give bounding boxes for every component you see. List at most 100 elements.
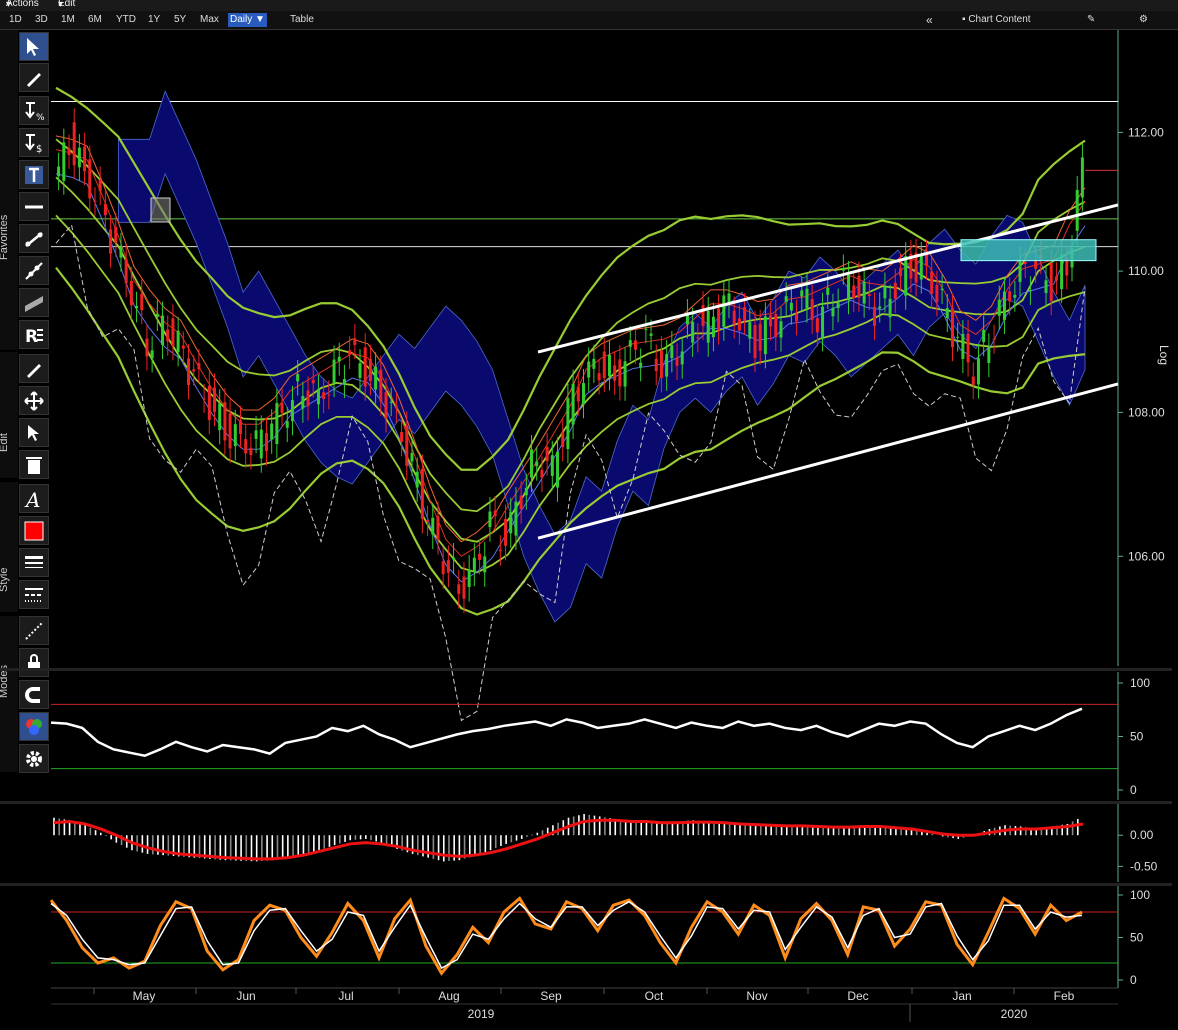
panel-divider[interactable] [0, 801, 1172, 804]
candle-body [540, 469, 544, 478]
stochastic-axis-ticks: 0 50 100 [1118, 888, 1150, 987]
candle-body [680, 351, 684, 365]
year-label: 2019 [468, 1007, 495, 1021]
candle-body [919, 255, 923, 280]
candle-body [623, 361, 627, 387]
candle-body [561, 432, 565, 448]
macd-signal-line [53, 818, 1084, 861]
panel-divider[interactable] [0, 668, 1172, 671]
candle-body [431, 517, 435, 535]
candle-body [249, 447, 253, 455]
candle-body [873, 306, 877, 327]
candle-body [769, 315, 773, 327]
candle-body [779, 321, 783, 338]
candle-body [202, 398, 206, 400]
candle-body [847, 274, 851, 301]
candle-body [763, 316, 767, 355]
candle-body [238, 420, 242, 434]
candle-body [171, 318, 175, 347]
candle-body [581, 383, 585, 405]
candle-body [743, 307, 747, 321]
candle-body [389, 401, 393, 403]
candle-body [140, 293, 144, 311]
candle-body [722, 295, 726, 327]
candle-body [971, 376, 975, 385]
candle-body [342, 379, 346, 384]
candle-body [155, 313, 159, 317]
candle-body [363, 347, 367, 387]
stoch-tick-label: 100 [1130, 888, 1150, 902]
candle-body [966, 333, 970, 363]
year-label: 2020 [1001, 1007, 1028, 1021]
candle-body [945, 308, 949, 318]
highlight-rectangle[interactable] [960, 239, 1097, 262]
small-highlight-box[interactable] [150, 197, 171, 223]
candle-body [556, 451, 560, 488]
candle-body [961, 334, 965, 359]
candle-body [899, 267, 903, 277]
candle-body [181, 345, 185, 349]
rsi-lines [50, 703, 1118, 770]
candle-body [576, 386, 580, 402]
candle-body [545, 447, 549, 462]
candle-body [524, 487, 528, 496]
candle-body [1013, 294, 1017, 298]
candle-body [358, 363, 362, 378]
candle-body [795, 313, 799, 322]
candle-body [337, 356, 341, 362]
macd-axis-ticks: 0.00 -0.50 [1118, 828, 1158, 873]
candle-body [1044, 280, 1048, 294]
candle-body [264, 432, 268, 452]
candle-body [114, 227, 118, 243]
panel-divider[interactable] [0, 883, 1172, 886]
candle-body [982, 329, 986, 343]
candle-body [446, 560, 450, 573]
candle-body [935, 284, 939, 303]
candle-body [789, 302, 793, 311]
candle-body [452, 557, 456, 560]
candle-body [888, 298, 892, 318]
candle-body [72, 122, 76, 166]
candle-body [301, 396, 305, 409]
candle-body [290, 400, 294, 422]
candle-body [1018, 260, 1022, 283]
candle-body [410, 452, 414, 462]
candle-body [145, 338, 149, 357]
candle-body [956, 336, 960, 338]
candle-body [758, 323, 762, 351]
candle-body [472, 557, 476, 572]
rsi-tick-label: 50 [1130, 730, 1144, 744]
candle-body [1008, 291, 1012, 302]
candle-body [597, 373, 601, 381]
candle-body [150, 350, 154, 359]
candle-body [436, 516, 440, 540]
candle-body [893, 282, 897, 299]
candle-body [332, 359, 336, 383]
candle-body [821, 306, 825, 338]
candle-body [675, 357, 679, 366]
chart-canvas[interactable]: 106.00 108.00 110.00 112.00 Log 0 50 100 0.00… [0, 0, 1178, 1030]
candle-body [1054, 276, 1058, 281]
candle-body [550, 455, 554, 476]
candle-body [228, 413, 232, 449]
candle-body [587, 361, 591, 378]
candle-body [259, 429, 263, 459]
candle-body [166, 329, 170, 342]
candle-body [628, 340, 632, 347]
candle-body [717, 308, 721, 331]
candle-body [711, 316, 715, 338]
candle-body [878, 306, 882, 309]
candle-body [992, 338, 996, 340]
price-panel[interactable]: 106.00 108.00 110.00 112.00 Log [51, 30, 1171, 722]
stochastic-panel[interactable]: 0 50 100 [0, 883, 1172, 988]
candle-body [639, 362, 643, 368]
candle-body [270, 423, 274, 440]
month-label: Aug [438, 989, 459, 1003]
candle-body [997, 299, 1001, 316]
candle-body [732, 310, 736, 325]
rsi-panel[interactable]: 0 50 100 [0, 668, 1172, 800]
rsi-line [50, 707, 1083, 758]
macd-panel[interactable]: 0.00 -0.50 [0, 801, 1172, 882]
candle-body [613, 365, 617, 381]
candle-body [327, 394, 331, 396]
